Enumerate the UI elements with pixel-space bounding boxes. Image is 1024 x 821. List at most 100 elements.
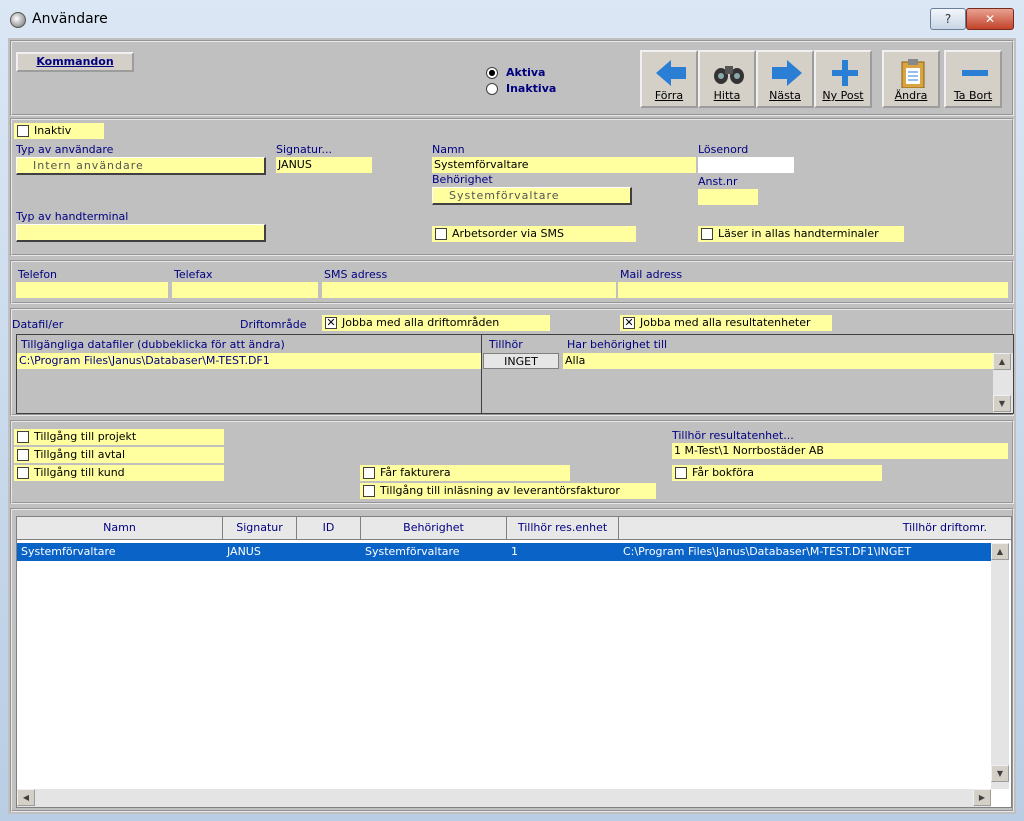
row-tillhor-res: 1 bbox=[511, 545, 518, 558]
kund-label: Tillgång till kund bbox=[34, 466, 125, 479]
inlasning-check[interactable] bbox=[363, 485, 375, 497]
row-signatur: JANUS bbox=[227, 545, 261, 558]
driftomrade-label: Driftområde bbox=[240, 318, 307, 331]
col-tillhor-drift[interactable]: Tillhör driftomr. bbox=[619, 517, 1011, 539]
fakturera-check[interactable] bbox=[363, 467, 375, 479]
arbetsorder-sms-check[interactable] bbox=[435, 228, 447, 240]
col-behorighet-header: Har behörighet till bbox=[567, 338, 668, 351]
arbetsorder-sms-checkbox[interactable]: Arbetsorder via SMS bbox=[432, 226, 636, 242]
avtal-label: Tillgång till avtal bbox=[34, 448, 126, 461]
fakturera-checkbox[interactable]: Får fakturera bbox=[360, 465, 570, 481]
datafil-label: Datafil/er bbox=[12, 318, 64, 331]
col-id[interactable]: ID bbox=[297, 517, 361, 539]
behorighet-cell[interactable]: Alla bbox=[563, 353, 993, 369]
avtal-check[interactable] bbox=[17, 449, 29, 461]
row-behorighet: Systemförvaltare bbox=[365, 545, 460, 558]
users-grid-panel: Namn Signatur ID Behörighet Tillhör res.… bbox=[10, 508, 1014, 812]
nasta-button[interactable]: Nästa bbox=[756, 50, 814, 108]
behorighet-dropdown[interactable]: Systemförvaltare bbox=[432, 187, 632, 205]
mail-field[interactable] bbox=[618, 282, 1008, 298]
grid-vscrollbar[interactable]: ▲ ▼ bbox=[991, 543, 1009, 789]
table-row[interactable]: Systemförvaltare JANUS Systemförvaltare … bbox=[17, 543, 991, 561]
arrow-left-icon bbox=[656, 60, 686, 86]
plus-icon bbox=[832, 60, 858, 86]
tillhor-cell[interactable]: INGET bbox=[483, 353, 559, 369]
grid-scroll-right-icon[interactable]: ▶ bbox=[973, 789, 991, 806]
close-button[interactable]: ✕ bbox=[966, 8, 1014, 30]
projekt-label: Tillgång till projekt bbox=[34, 430, 137, 443]
jobba-drift-label: Jobba med alla driftområden bbox=[342, 316, 500, 329]
contact-panel: Telefon Telefax SMS adress Mail adress bbox=[10, 260, 1014, 304]
inaktiv-checkbox[interactable]: Inaktiv bbox=[14, 123, 104, 139]
radio-inaktiva[interactable] bbox=[486, 83, 498, 95]
tillhor-res-label: Tillhör resultatenhet... bbox=[672, 429, 794, 442]
signatur-label: Signatur... bbox=[276, 143, 333, 156]
laser-in-checkbox[interactable]: Läser in allas handterminaler bbox=[698, 226, 904, 242]
binoculars-icon bbox=[714, 66, 744, 84]
typ-av-anvandare-dropdown[interactable]: Intern användare bbox=[16, 157, 266, 175]
projekt-checkbox[interactable]: Tillgång till projekt bbox=[14, 429, 224, 445]
sms-field[interactable] bbox=[322, 282, 616, 298]
col-namn[interactable]: Namn bbox=[17, 517, 223, 539]
col-files-header: Tillgängliga datafiler (dubbeklicka för … bbox=[21, 338, 285, 351]
grid-scroll-left-icon[interactable]: ◀ bbox=[17, 789, 35, 806]
scroll-down-icon[interactable]: ▼ bbox=[993, 395, 1011, 412]
telefax-label: Telefax bbox=[174, 268, 213, 281]
radio-aktiva-label: Aktiva bbox=[506, 66, 546, 79]
hitta-button[interactable]: Hitta bbox=[698, 50, 756, 108]
clipboard-icon bbox=[901, 59, 925, 88]
telefon-field[interactable] bbox=[16, 282, 168, 298]
arrow-right-icon bbox=[772, 60, 802, 86]
kommandon-button[interactable]: Kommandon bbox=[16, 52, 134, 72]
jobba-res-label: Jobba med alla resultatenheter bbox=[640, 316, 811, 329]
bokfora-checkbox[interactable]: Får bokföra bbox=[672, 465, 882, 481]
namn-label: Namn bbox=[432, 143, 465, 156]
jobba-drift-checkbox[interactable]: ✕ Jobba med alla driftområden bbox=[322, 315, 550, 331]
behorighet-label: Behörighet bbox=[432, 173, 493, 186]
avtal-checkbox[interactable]: Tillgång till avtal bbox=[14, 447, 224, 463]
col-behorighet[interactable]: Behörighet bbox=[361, 517, 507, 539]
col-tillhor-res[interactable]: Tillhör res.enhet bbox=[507, 517, 619, 539]
kund-check[interactable] bbox=[17, 467, 29, 479]
grid-scroll-down-icon[interactable]: ▼ bbox=[991, 765, 1009, 782]
ny-post-button[interactable]: Ny Post bbox=[814, 50, 872, 108]
inaktiv-label: Inaktiv bbox=[34, 124, 72, 137]
application-window: Användare ? ✕ Kommandon ● Aktiva Inaktiv… bbox=[0, 0, 1024, 821]
help-button[interactable]: ? bbox=[930, 8, 966, 30]
anstnr-field[interactable] bbox=[698, 189, 758, 205]
col-tillhor-header: Tillhör bbox=[489, 338, 523, 351]
col-signatur[interactable]: Signatur bbox=[223, 517, 297, 539]
jobba-drift-check[interactable]: ✕ bbox=[325, 317, 337, 329]
ta-bort-button[interactable]: Ta Bort bbox=[944, 50, 1002, 108]
typ-handterminal-dropdown[interactable] bbox=[16, 224, 266, 242]
losenord-field[interactable] bbox=[698, 157, 794, 173]
signatur-field[interactable]: JANUS bbox=[276, 157, 372, 173]
jobba-res-checkbox[interactable]: ✕ Jobba med alla resultatenheter bbox=[620, 315, 832, 331]
kund-checkbox[interactable]: Tillgång till kund bbox=[14, 465, 224, 481]
file-cell[interactable]: C:\Program Files\Janus\Databaser\M-TEST.… bbox=[17, 353, 481, 369]
bokfora-check[interactable] bbox=[675, 467, 687, 479]
minus-icon bbox=[962, 70, 988, 76]
row-namn: Systemförvaltare bbox=[21, 545, 116, 558]
inlasning-label: Tillgång till inläsning av leverantörsfa… bbox=[380, 484, 620, 497]
jobba-res-check[interactable]: ✕ bbox=[623, 317, 635, 329]
row-id bbox=[297, 543, 361, 561]
radio-aktiva[interactable]: ● bbox=[486, 67, 498, 79]
inaktiv-check[interactable] bbox=[17, 125, 29, 137]
laser-in-check[interactable] bbox=[701, 228, 713, 240]
nasta-label: Nästa bbox=[769, 89, 801, 102]
telefax-field[interactable] bbox=[172, 282, 318, 298]
andra-button[interactable]: Ändra bbox=[882, 50, 940, 108]
grid-scroll-up-icon[interactable]: ▲ bbox=[991, 543, 1009, 560]
losenord-label: Lösenord bbox=[698, 143, 749, 156]
forra-button[interactable]: Förra bbox=[640, 50, 698, 108]
inlasning-checkbox[interactable]: Tillgång till inläsning av leverantörsfa… bbox=[360, 483, 656, 499]
tillhor-res-field[interactable]: 1 M-Test\1 Norrbostäder AB bbox=[672, 443, 1008, 459]
projekt-check[interactable] bbox=[17, 431, 29, 443]
title-bar: Användare ? ✕ bbox=[0, 0, 1024, 38]
grid-hscrollbar[interactable]: ◀ ▶ bbox=[17, 789, 991, 807]
andra-label: Ändra bbox=[894, 89, 928, 102]
namn-field[interactable]: Systemförvaltare bbox=[432, 157, 696, 173]
datafiles-scrollbar[interactable]: ▲ ▼ bbox=[993, 353, 1013, 413]
scroll-up-icon[interactable]: ▲ bbox=[993, 353, 1011, 370]
